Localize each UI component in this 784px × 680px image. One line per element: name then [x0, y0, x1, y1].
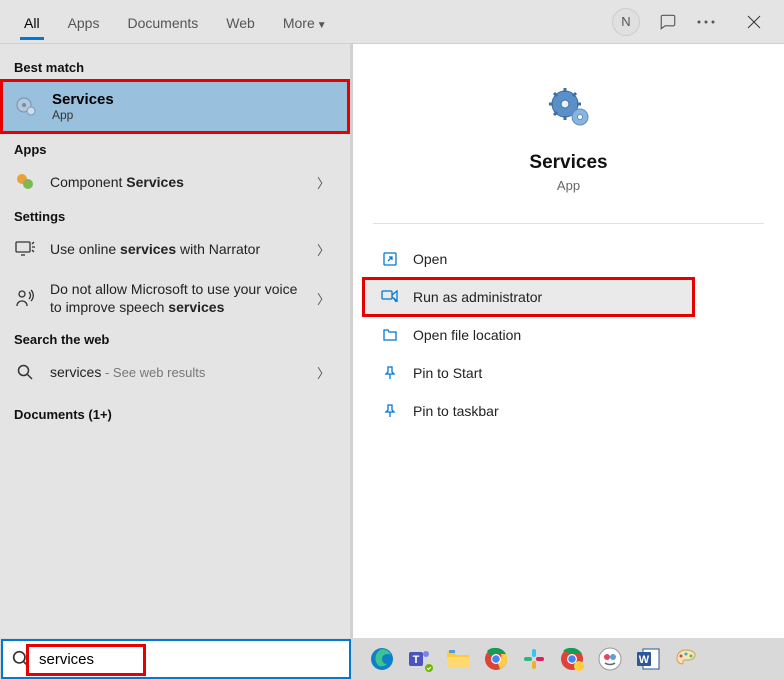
close-button[interactable] [734, 7, 774, 37]
results-pane: Best match Services App Apps Component S… [0, 44, 350, 680]
tab-more[interactable]: More▼ [269, 5, 341, 39]
best-match-text: Services App [52, 91, 114, 122]
search-icon [14, 361, 36, 383]
tab-apps[interactable]: Apps [54, 5, 114, 39]
chevron-right-icon: 〉 [317, 173, 330, 192]
user-avatar[interactable]: N [612, 8, 640, 36]
action-label: Open [413, 251, 447, 267]
chevron-right-icon: 〉 [317, 289, 330, 308]
tray-chrome-canary[interactable] [556, 643, 588, 675]
display-icon [14, 238, 36, 260]
gear-icon [14, 95, 38, 119]
chevron-down-icon: ▼ [317, 20, 327, 31]
tab-all[interactable]: All [10, 5, 54, 39]
admin-icon [381, 288, 399, 306]
action-open-file-location[interactable]: Open file location [363, 316, 774, 354]
chevron-right-icon: 〉 [317, 240, 330, 259]
action-pin-to-taskbar[interactable]: Pin to taskbar [363, 392, 774, 430]
tray-edge[interactable] [366, 643, 398, 675]
body: Best match Services App Apps Component S… [0, 44, 784, 680]
action-list: Open Run as administrator Open file loca… [363, 232, 774, 438]
preview-title: Services [529, 152, 607, 174]
setting-result-label: Use online services with Narrator [50, 240, 303, 258]
preview-sub: App [557, 178, 580, 193]
action-open[interactable]: Open [363, 240, 774, 278]
tray-slack[interactable] [518, 643, 550, 675]
open-icon [381, 250, 399, 268]
header: All Apps Documents Web More▼ N [0, 0, 784, 44]
apps-label: Apps [0, 136, 350, 161]
start-search-window: All Apps Documents Web More▼ N Best matc… [0, 0, 784, 680]
header-actions: N [612, 7, 774, 37]
search-box[interactable] [1, 639, 351, 679]
svg-text:T: T [413, 654, 420, 666]
web-result[interactable]: services - See web results 〉 [0, 351, 350, 393]
action-label: Open file location [413, 327, 521, 343]
tray-snagit[interactable] [594, 643, 626, 675]
tray-explorer[interactable] [442, 643, 474, 675]
best-match-sub: App [52, 108, 114, 122]
best-match-title: Services [52, 91, 114, 108]
pin-icon [381, 402, 399, 420]
preview-pane: Services App Open Run as administrator O… [350, 44, 784, 680]
svg-text:W: W [639, 654, 650, 666]
web-result-label: services - See web results [50, 363, 303, 382]
documents-label: Documents (1+) [0, 393, 350, 426]
chevron-right-icon: 〉 [317, 363, 330, 382]
setting-result-narrator[interactable]: Use online services with Narrator 〉 [0, 228, 350, 270]
pin-icon [381, 364, 399, 382]
preview-hero: Services App [363, 64, 774, 223]
tray-chrome[interactable] [480, 643, 512, 675]
taskbar-tray: T W [352, 643, 784, 675]
taskbar: T W [0, 638, 784, 680]
action-label: Pin to Start [413, 365, 482, 381]
feedback-icon[interactable] [658, 12, 678, 32]
tray-word[interactable]: W [632, 643, 664, 675]
tab-documents[interactable]: Documents [113, 5, 212, 39]
best-match-item[interactable]: Services App [0, 79, 350, 134]
action-pin-to-start[interactable]: Pin to Start [363, 354, 774, 392]
tray-teams[interactable]: T [404, 643, 436, 675]
web-label: Search the web [0, 326, 350, 351]
search-input[interactable] [39, 641, 349, 677]
action-label: Run as administrator [413, 289, 542, 305]
action-run-as-admin[interactable]: Run as administrator [363, 278, 694, 316]
app-result-component-services[interactable]: Component Services 〉 [0, 161, 350, 203]
tray-paint[interactable] [670, 643, 702, 675]
search-icon [3, 650, 39, 668]
component-services-icon [14, 171, 36, 193]
setting-result-label: Do not allow Microsoft to use your voice… [50, 280, 303, 316]
tab-web[interactable]: Web [212, 5, 269, 39]
more-options-icon[interactable] [696, 12, 716, 32]
action-label: Pin to taskbar [413, 403, 499, 419]
setting-result-speech[interactable]: Do not allow Microsoft to use your voice… [0, 270, 350, 326]
settings-label: Settings [0, 203, 350, 228]
speech-icon [14, 287, 36, 309]
app-result-label: Component Services [50, 173, 303, 191]
services-icon [545, 84, 593, 132]
best-match-label: Best match [0, 54, 350, 79]
folder-icon [381, 326, 399, 344]
filter-tabs: All Apps Documents Web More▼ [10, 5, 341, 39]
